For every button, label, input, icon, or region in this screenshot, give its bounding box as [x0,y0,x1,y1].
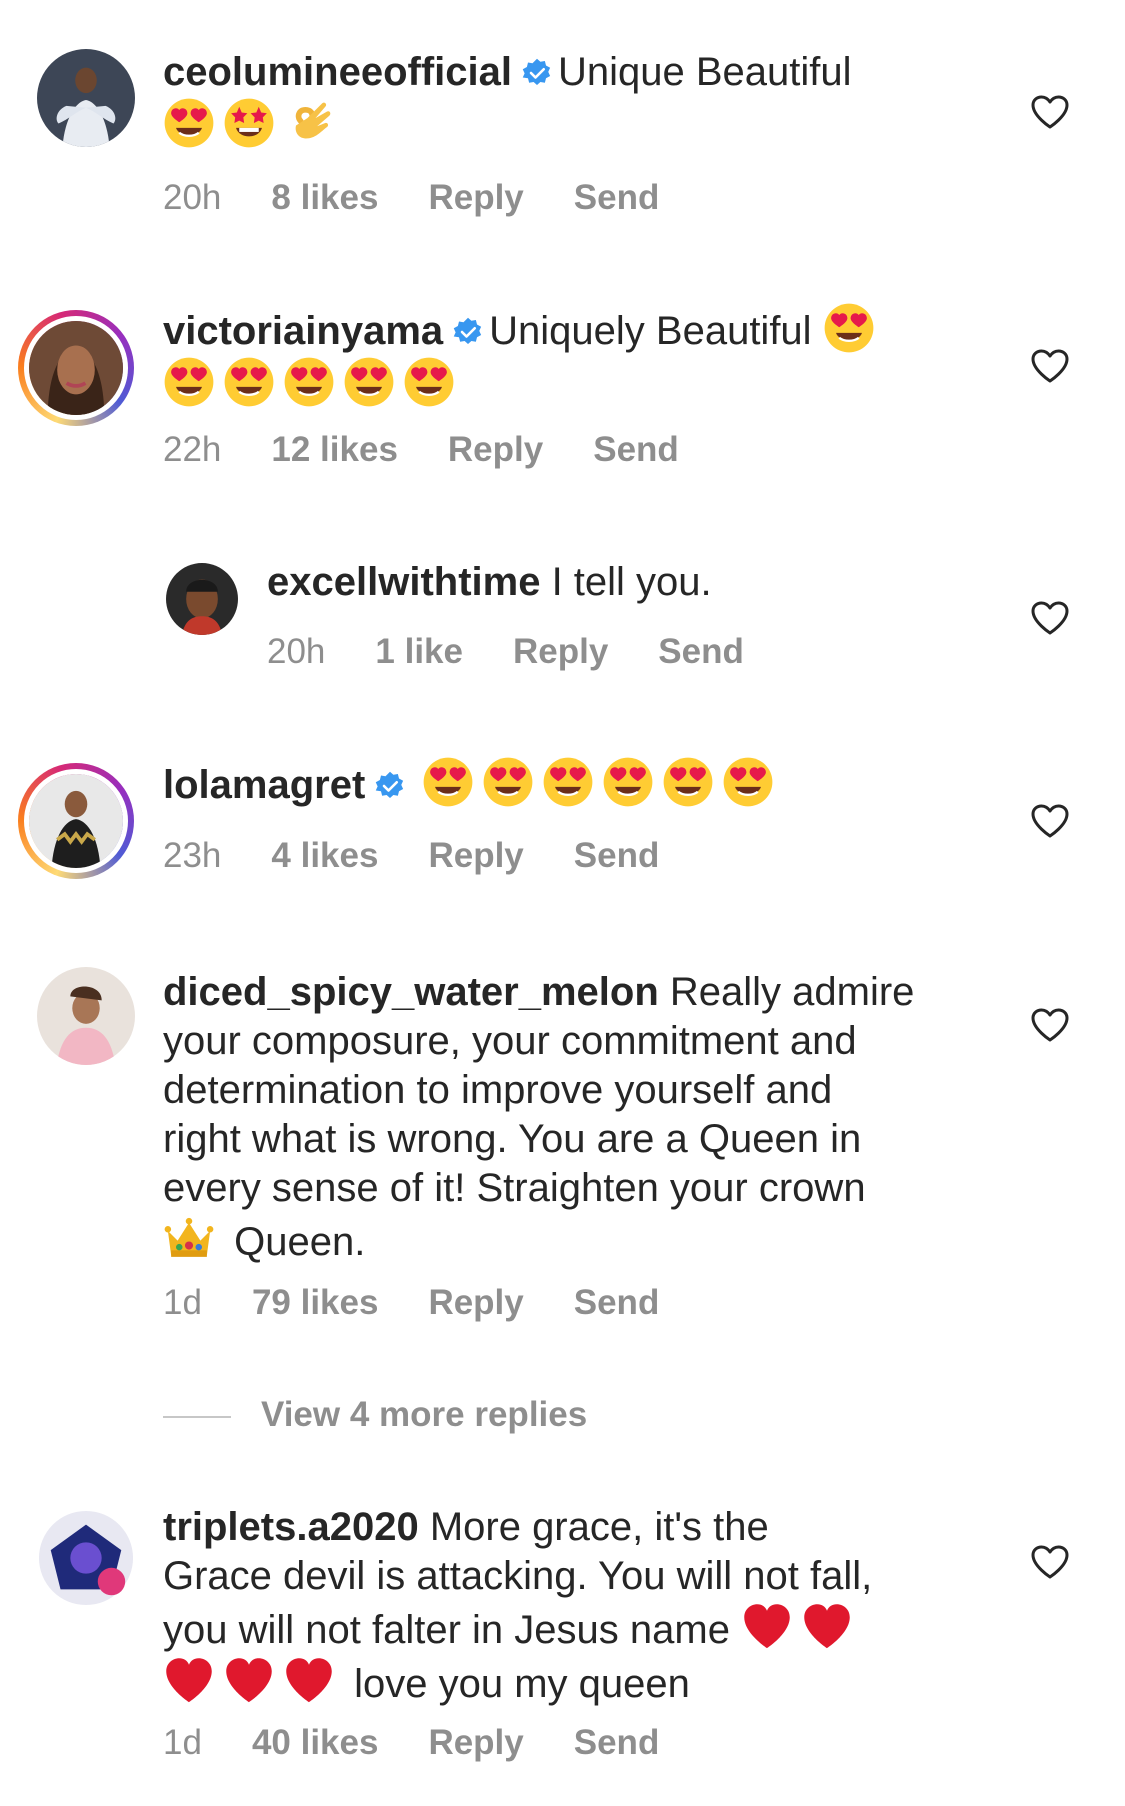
send-button[interactable]: Send [658,632,744,672]
red-heart-emoji-icon [801,1601,853,1653]
heart-eyes-emoji-icon [283,356,335,408]
heart-eyes-emoji-icon [542,756,594,808]
red-heart-emoji-icon [163,1655,215,1707]
like-heart-icon[interactable] [1030,803,1070,839]
comment-line: Really admire [658,970,915,1014]
avatar[interactable] [37,49,135,147]
comment-meta: 20h 1 like Reply Send [267,632,794,672]
comment-text: lolamagret [163,756,983,810]
heart-eyes-emoji-icon [163,356,215,408]
heart-eyes-emoji-icon [823,302,875,354]
comment-meta: 1d 40 likes Reply Send [163,1723,709,1763]
send-button[interactable]: Send [593,430,679,470]
heart-eyes-emoji-icon [482,756,534,808]
reply-button[interactable]: Reply [428,1723,523,1763]
username[interactable]: diced_spicy_water_melon [163,970,659,1014]
reply-button[interactable]: Reply [448,430,543,470]
comment-line: right what is wrong. You are a Queen in [163,1117,862,1161]
heart-eyes-emoji-icon [403,356,455,408]
heart-eyes-emoji-icon [602,756,654,808]
likes-count[interactable]: 79 likes [252,1283,379,1323]
view-more-label: View 4 more replies [261,1395,588,1434]
username[interactable]: triplets.a2020 [163,1505,419,1549]
timestamp: 20h [163,178,222,217]
comment-body: Uniquely Beautiful [489,309,812,353]
heart-eyes-emoji-icon [722,756,774,808]
comment-text: ceolumineeofficial Unique Beautiful [163,48,983,151]
comment-line: your composure, your commitment and [163,1019,857,1063]
comment-meta: 1d 79 likes Reply Send [163,1283,709,1323]
comment-text: victoriainyama Uniquely Beautiful [163,302,983,410]
red-heart-emoji-icon [223,1655,275,1707]
send-button[interactable]: Send [574,836,660,876]
like-heart-icon[interactable] [1030,600,1070,636]
avatar[interactable] [37,1509,135,1607]
avatar[interactable] [18,310,134,426]
like-heart-icon[interactable] [1030,1007,1070,1043]
verified-badge-icon [375,771,405,801]
like-heart-icon[interactable] [1030,1544,1070,1580]
comment-meta: 20h 8 likes Reply Send [163,178,709,218]
timestamp: 23h [163,836,222,875]
like-heart-icon[interactable] [1030,348,1070,384]
comment-line: determination to improve yourself and [163,1068,833,1112]
star-struck-emoji-icon [223,97,275,149]
crown-emoji-icon [163,1213,215,1265]
ok-hand-emoji-icon [283,97,335,149]
username[interactable]: ceolumineeofficial [163,50,512,94]
avatar[interactable] [166,563,238,635]
heart-eyes-emoji-icon [662,756,714,808]
comment-line: Grace devil is attacking. You will not f… [163,1554,873,1598]
comment-meta: 22h 12 likes Reply Send [163,430,729,470]
comment-text: diced_spicy_water_melon Really admire yo… [163,968,983,1267]
red-heart-emoji-icon [741,1601,793,1653]
timestamp: 1d [163,1283,202,1322]
heart-eyes-emoji-icon [343,356,395,408]
likes-count[interactable]: 12 likes [271,430,398,470]
comment-line: love you my queen [343,1662,690,1706]
reply-button[interactable]: Reply [428,178,523,218]
username[interactable]: victoriainyama [163,309,443,353]
avatar[interactable] [18,763,134,879]
red-heart-emoji-icon [283,1655,335,1707]
username[interactable]: lolamagret [163,763,365,807]
comment-text: excellwithtime I tell you. [267,558,987,607]
send-button[interactable]: Send [574,1283,660,1323]
send-button[interactable]: Send [574,178,660,218]
likes-count[interactable]: 1 like [375,632,463,672]
divider [163,1415,231,1418]
comment-line: every sense of it! Straighten your crown [163,1166,866,1210]
reply-button[interactable]: Reply [428,836,523,876]
reply-button[interactable]: Reply [428,1283,523,1323]
verified-badge-icon [453,317,483,347]
verified-badge-icon [522,58,552,88]
likes-count[interactable]: 4 likes [271,836,378,876]
comment-body: Unique Beautiful [557,50,852,94]
heart-eyes-emoji-icon [223,356,275,408]
avatar[interactable] [37,967,135,1065]
likes-count[interactable]: 40 likes [252,1723,379,1763]
reply-button[interactable]: Reply [513,632,608,672]
comment-line: Queen. [223,1220,366,1264]
username[interactable]: excellwithtime [267,560,540,604]
comment-text: triplets.a2020 More grace, it's the Grac… [163,1503,983,1709]
comment-body: I tell you. [551,560,712,604]
comment-line: More grace, it's the [418,1505,769,1549]
likes-count[interactable]: 8 likes [271,178,378,218]
timestamp: 22h [163,430,222,469]
comment-line: you will not falter in Jesus name [163,1608,730,1652]
timestamp: 1d [163,1723,202,1762]
comment-meta: 23h 4 likes Reply Send [163,836,709,876]
timestamp: 20h [267,632,326,671]
like-heart-icon[interactable] [1030,94,1070,130]
view-more-replies-button[interactable]: View 4 more replies [163,1395,587,1435]
heart-eyes-emoji-icon [163,97,215,149]
send-button[interactable]: Send [574,1723,660,1763]
heart-eyes-emoji-icon [422,756,474,808]
